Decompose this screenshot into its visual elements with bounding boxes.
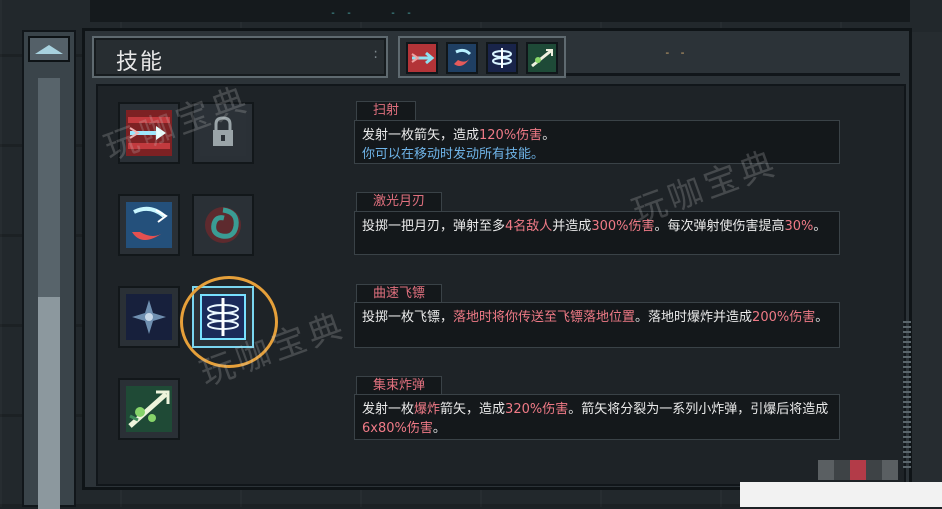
text-segment: 发射一枚: [362, 402, 415, 417]
text-segment: 。: [815, 310, 829, 325]
page-title: 技能: [116, 50, 165, 75]
header-rule: [562, 73, 900, 76]
shuriken-icon: [126, 294, 172, 340]
text-segment: 。箭矢将分裂为一系列小炸弹，引爆后将造成: [568, 402, 829, 417]
right-edge: [912, 32, 942, 492]
skill-slot-locked[interactable]: [192, 102, 254, 164]
skill-name-label: 扫射: [356, 101, 417, 121]
skill-slot-laser-moon-blade[interactable]: [118, 194, 180, 256]
top-strip: [90, 0, 910, 22]
damage-highlight: 200%伤害: [752, 310, 816, 325]
bonus-highlight: 30%: [784, 219, 814, 234]
skill-description: 发射一枚爆炸箭矢，造成320%伤害。箭矢将分裂为一系列小炸弹，引爆后将造成 6x8…: [354, 394, 840, 440]
text-segment: 箭矢，造成: [440, 402, 506, 417]
skill-slot-vortex[interactable]: [192, 194, 254, 256]
text-segment: 投掷一枚飞镖，: [362, 310, 454, 325]
tab-warp-dart[interactable]: [486, 42, 518, 74]
skill-description: 投掷一把月刃，弹射至多4名敌人并造成300%伤害。每次弹射使伤害提高30%。: [354, 211, 840, 255]
skill-slot-scatter-shot[interactable]: [118, 102, 180, 164]
censored-area-accent: [850, 460, 866, 480]
tab-scatter-shot[interactable]: [406, 42, 438, 74]
selection-circle-annotation: [180, 276, 278, 368]
target-count-highlight: 4名敌人: [505, 219, 553, 234]
skill-name-label: 曲速飞镖: [356, 284, 443, 304]
scroll-thumb[interactable]: [38, 297, 60, 509]
boomerang-tab-icon: [488, 44, 516, 72]
skill-description: 投掷一枚飞镖，落地时将你传送至飞镖落地位置。落地时爆炸并造成200%伤害。: [354, 302, 840, 348]
text-segment: 发射一枚箭矢，造成: [362, 128, 480, 143]
damage-highlight: 320%伤害: [505, 402, 569, 417]
tab-laser-moon-blade[interactable]: [446, 42, 478, 74]
damage-highlight: 300%伤害: [591, 219, 655, 234]
skill-note: 你可以在移动时发动所有技能。: [362, 147, 545, 162]
explosive-highlight: 爆炸: [414, 402, 441, 417]
vortex-icon: [200, 202, 246, 248]
skill-description-line: 发射一枚箭矢，造成120%伤害。: [362, 126, 832, 145]
bomb-arrow-tab-icon: [528, 44, 556, 72]
page-title-box: 技能 :: [92, 36, 388, 78]
top-indicator-left: - -: [330, 8, 355, 19]
cluster-bomb-arrow-icon: [126, 386, 172, 432]
text-segment: 。落地时爆炸并造成: [635, 310, 753, 325]
text-segment: 。: [432, 421, 446, 436]
skill-description: 发射一枚箭矢，造成120%伤害。 你可以在移动时发动所有技能。: [354, 120, 840, 164]
scrollbar[interactable]: [22, 30, 76, 509]
skill-slot-cluster-bomb[interactable]: [118, 378, 180, 440]
arrow-volley-icon: [126, 110, 172, 156]
panel-ticks: [903, 318, 911, 468]
teleport-highlight: 落地时将你传送至飞镖落地位置: [453, 310, 636, 325]
scroll-up-button[interactable]: [28, 36, 70, 62]
header-dashes: - -: [664, 46, 687, 59]
top-indicator-right: - -: [390, 8, 415, 19]
lock-icon: [200, 110, 246, 156]
text-segment: 。: [542, 128, 556, 143]
text-segment: 投掷一把月刃，弹射至多: [362, 219, 506, 234]
skill-tabs: [398, 36, 566, 78]
skill-name-label: 激光月刃: [356, 192, 443, 212]
arrow-tab-icon: [408, 44, 436, 72]
text-segment: 。每次弹射使伤害提高: [654, 219, 785, 234]
text-segment: 。: [813, 219, 827, 234]
arrow-up-icon: [35, 44, 63, 54]
skill-slot-shuriken[interactable]: [118, 286, 180, 348]
text-segment: 并造成: [552, 219, 592, 234]
skill-name-label: 集束炸弹: [356, 376, 443, 396]
moon-blade-tab-icon: [448, 44, 476, 72]
damage-highlight: 120%伤害: [479, 128, 543, 143]
bomblet-damage-highlight: 6x80%伤害: [362, 421, 433, 436]
tab-cluster-bomb[interactable]: [526, 42, 558, 74]
moon-blade-icon: [126, 202, 172, 248]
bottom-edge: [740, 482, 942, 507]
title-separator: :: [373, 46, 378, 62]
